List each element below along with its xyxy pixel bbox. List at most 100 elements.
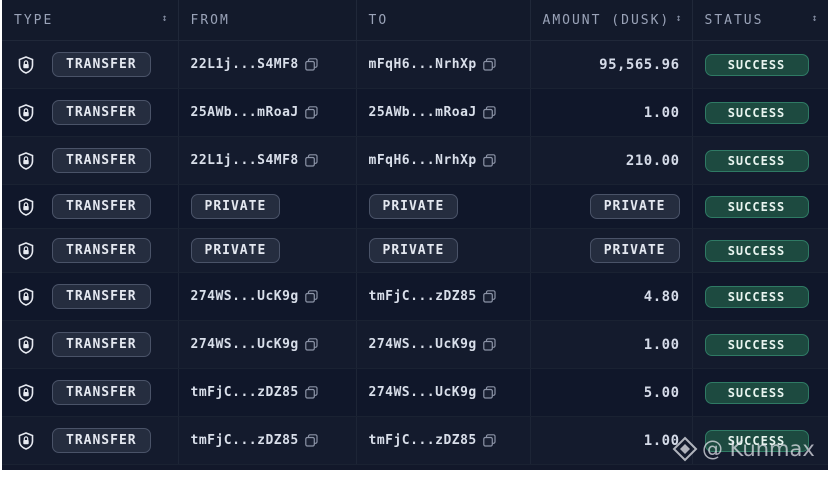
from-address[interactable]: 25AWb...mRoaJ [191, 105, 299, 120]
header-to-label: TO [368, 12, 389, 28]
from-address[interactable]: tmFjC...zDZ85 [191, 385, 299, 400]
type-cell: TRANSFER [2, 272, 179, 321]
copy-icon[interactable] [304, 338, 318, 351]
copy-icon[interactable] [482, 106, 496, 119]
from-cell: 22L1j...S4MF8 [178, 136, 357, 185]
to-address[interactable]: mFqH6...NrhXp [369, 57, 477, 72]
type-cell: TRANSFER [2, 184, 179, 229]
from-cell: PRIVATE [178, 228, 357, 273]
type-cell: TRANSFER [2, 368, 179, 417]
type-badge: TRANSFER [52, 428, 151, 453]
status-badge: SUCCESS [704, 149, 809, 172]
from-cell: 22L1j...S4MF8 [178, 40, 357, 89]
transactions-table: TYPE ↕ FROM TO AMOUNT (DUSK) ↕ STATUS ↕ … [2, 0, 828, 465]
to-address[interactable]: mFqH6...NrhXp [369, 153, 477, 168]
shield-icon [18, 197, 34, 216]
copy-icon[interactable] [304, 154, 318, 167]
shield-icon [18, 241, 34, 260]
from-address[interactable]: 274WS...UcK9g [191, 337, 299, 352]
to-cell: mFqH6...NrhXp [356, 40, 531, 89]
copy-icon[interactable] [304, 58, 318, 71]
table-body: TRANSFER 22L1j...S4MF8 mFqH6...NrhXp 95,565… [2, 40, 828, 465]
amount-value: 4.80 [643, 288, 680, 305]
to-cell: 25AWb...mRoaJ [356, 88, 531, 137]
header-amount-label: AMOUNT (DUSK) [542, 12, 671, 28]
private-badge: PRIVATE [589, 238, 680, 263]
sort-icon[interactable]: ↕ [675, 13, 681, 24]
type-badge: TRANSFER [52, 52, 151, 77]
from-cell: tmFjC...zDZ85 [178, 368, 357, 417]
header-type[interactable]: TYPE ↕ [2, 0, 179, 41]
from-cell: tmFjC...zDZ85 [178, 416, 357, 465]
type-badge: TRANSFER [52, 100, 151, 125]
status-cell: SUCCESS [692, 320, 828, 369]
table-row[interactable]: TRANSFER 25AWb...mRoaJ 25AWb...mRoaJ 1.00 SU… [2, 88, 828, 137]
to-cell: 274WS...UcK9g [356, 320, 531, 369]
table-row[interactable]: TRANSFER tmFjC...zDZ85 274WS...UcK9g 5.00 SU… [2, 368, 828, 417]
shield-icon [18, 431, 34, 450]
type-badge: TRANSFER [52, 380, 151, 405]
header-to: TO [356, 0, 531, 41]
copy-icon[interactable] [304, 386, 318, 399]
header-amount[interactable]: AMOUNT (DUSK) ↕ [530, 0, 693, 41]
amount-cell: 1.00 [530, 320, 693, 369]
copy-icon[interactable] [304, 290, 318, 303]
header-from: FROM [178, 0, 357, 41]
type-cell: TRANSFER [2, 416, 179, 465]
status-badge: SUCCESS [704, 101, 809, 124]
status-cell: SUCCESS [692, 136, 828, 185]
status-badge: SUCCESS [704, 239, 809, 262]
copy-icon[interactable] [482, 154, 496, 167]
to-cell: tmFjC...zDZ85 [356, 416, 531, 465]
copy-icon[interactable] [482, 386, 496, 399]
private-badge: PRIVATE [368, 194, 459, 219]
table-row[interactable]: TRANSFER PRIVATE PRIVATE PRIVATE SUCCESS [2, 228, 828, 273]
private-badge: PRIVATE [589, 194, 680, 219]
table-row[interactable]: TRANSFER 22L1j...S4MF8 mFqH6...NrhXp 210.00… [2, 136, 828, 185]
to-address[interactable]: 25AWb...mRoaJ [369, 105, 477, 120]
status-badge: SUCCESS [704, 53, 809, 76]
type-cell: TRANSFER [2, 320, 179, 369]
table-row[interactable]: TRANSFER 274WS...UcK9g 274WS...UcK9g 1.00 SU… [2, 320, 828, 369]
type-cell: TRANSFER [2, 88, 179, 137]
amount-cell: 1.00 [530, 88, 693, 137]
status-badge: SUCCESS [704, 381, 809, 404]
sort-icon[interactable]: ↕ [161, 13, 167, 24]
from-address[interactable]: 22L1j...S4MF8 [191, 153, 299, 168]
copy-icon[interactable] [304, 434, 318, 447]
to-address[interactable]: 274WS...UcK9g [369, 385, 477, 400]
amount-cell: 210.00 [530, 136, 693, 185]
status-badge: SUCCESS [704, 333, 809, 356]
to-address[interactable]: tmFjC...zDZ85 [369, 433, 477, 448]
sort-icon[interactable]: ↕ [811, 13, 817, 24]
copy-icon[interactable] [482, 338, 496, 351]
private-badge: PRIVATE [190, 238, 281, 263]
type-cell: TRANSFER [2, 136, 179, 185]
to-address[interactable]: tmFjC...zDZ85 [369, 289, 477, 304]
from-address[interactable]: 22L1j...S4MF8 [191, 57, 299, 72]
to-address[interactable]: 274WS...UcK9g [369, 337, 477, 352]
copy-icon[interactable] [482, 58, 496, 71]
watermark: @ Kunmax [672, 436, 815, 462]
from-address[interactable]: tmFjC...zDZ85 [191, 433, 299, 448]
type-cell: TRANSFER [2, 40, 179, 89]
from-cell: 25AWb...mRoaJ [178, 88, 357, 137]
from-address[interactable]: 274WS...UcK9g [191, 289, 299, 304]
from-cell: 274WS...UcK9g [178, 320, 357, 369]
header-status[interactable]: STATUS ↕ [692, 0, 828, 41]
status-cell: SUCCESS [692, 40, 828, 89]
table-row[interactable]: TRANSFER 274WS...UcK9g tmFjC...zDZ85 4.80 SU… [2, 272, 828, 321]
shield-icon [18, 151, 34, 170]
type-badge: TRANSFER [52, 332, 151, 357]
to-cell: PRIVATE [356, 228, 531, 273]
table-row[interactable]: TRANSFER 22L1j...S4MF8 mFqH6...NrhXp 95,565… [2, 40, 828, 89]
shield-icon [18, 55, 34, 74]
table-row[interactable]: TRANSFER PRIVATE PRIVATE PRIVATE SUCCESS [2, 184, 828, 229]
copy-icon[interactable] [482, 290, 496, 303]
copy-icon[interactable] [304, 106, 318, 119]
to-cell: 274WS...UcK9g [356, 368, 531, 417]
to-cell: mFqH6...NrhXp [356, 136, 531, 185]
copy-icon[interactable] [482, 434, 496, 447]
status-cell: SUCCESS [692, 228, 828, 273]
type-badge: TRANSFER [52, 148, 151, 173]
